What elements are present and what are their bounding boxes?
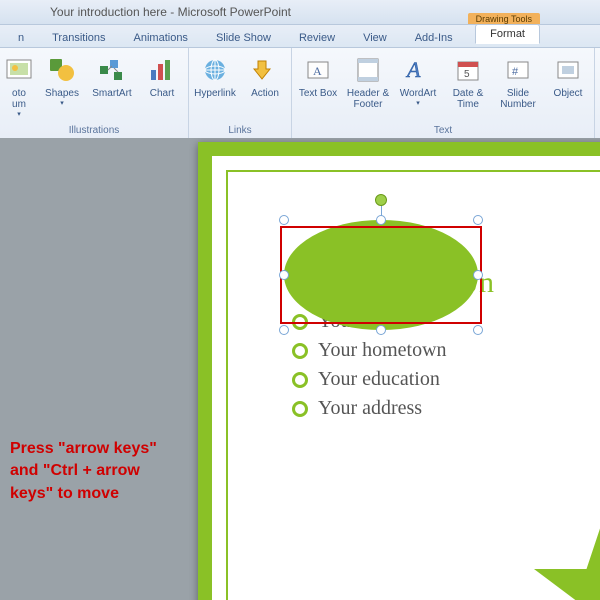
shapes-button[interactable]: Shapes ▾ (40, 54, 84, 108)
svg-text:A: A (405, 57, 421, 82)
wordart-button[interactable]: A WordArt ▾ (396, 54, 440, 108)
resize-handle[interactable] (279, 270, 289, 280)
slide-workspace[interactable]: on Your name Your hometown Your educatio… (0, 138, 600, 600)
chart-button[interactable]: Chart (140, 54, 184, 99)
resize-handle[interactable] (473, 270, 483, 280)
slide-number-button[interactable]: # Slide Number (496, 54, 540, 110)
photo-album-button[interactable]: oto um ▾ (4, 54, 34, 119)
rotation-handle[interactable] (375, 194, 387, 206)
tab-animations[interactable]: Animations (120, 29, 202, 47)
resize-handle[interactable] (279, 325, 289, 335)
tab-view[interactable]: View (349, 29, 401, 47)
tab-partial[interactable]: n (4, 29, 38, 47)
resize-handle[interactable] (473, 325, 483, 335)
wordart-icon: A (402, 54, 434, 86)
resize-handle[interactable] (279, 215, 289, 225)
group-label: Links (228, 125, 251, 138)
selected-ellipse-shape[interactable] (284, 220, 478, 330)
ribbon-tabs: n Transitions Animations Slide Show Revi… (0, 25, 600, 48)
object-icon (552, 54, 584, 86)
contextual-tab[interactable]: Drawing Tools (468, 0, 540, 24)
group-label: Text (434, 125, 452, 138)
smartart-icon (96, 54, 128, 86)
annotation-rectangle (280, 226, 482, 324)
hyperlink-icon (199, 54, 231, 86)
dropdown-icon: ▾ (60, 100, 64, 108)
dropdown-icon: ▾ (416, 100, 420, 108)
list-item: Your education (292, 368, 447, 391)
resize-handle[interactable] (376, 215, 386, 225)
photo-album-icon (3, 54, 35, 86)
tab-addins[interactable]: Add-Ins (401, 29, 467, 47)
group-symbols: π Equation ▾ Ω Sy Symbols (595, 48, 600, 138)
hyperlink-button[interactable]: Hyperlink (193, 54, 237, 99)
group-text: A Text Box Header & Footer A WordArt ▾ 5 (292, 48, 595, 138)
shapes-icon (46, 54, 78, 86)
textbox-icon: A (302, 54, 334, 86)
smartart-button[interactable]: SmartArt (90, 54, 134, 99)
list-item: Your hometown (292, 339, 447, 362)
tab-format[interactable]: Format (475, 24, 540, 44)
ribbon: oto um ▾ Shapes ▾ SmartArt Char (0, 48, 600, 139)
date-time-icon: 5 (452, 54, 484, 86)
svg-text:#: # (512, 66, 519, 78)
bullet-icon (292, 343, 308, 359)
chart-icon (146, 54, 178, 86)
group-illustrations: oto um ▾ Shapes ▾ SmartArt Char (0, 48, 189, 138)
bullet-icon (292, 372, 308, 388)
resize-handle[interactable] (473, 215, 483, 225)
date-time-button[interactable]: 5 Date & Time (446, 54, 490, 110)
slide[interactable]: on Your name Your hometown Your educatio… (198, 142, 600, 600)
tab-review[interactable]: Review (285, 29, 349, 47)
dropdown-icon: ▾ (17, 111, 21, 119)
group-label: Illustrations (69, 125, 120, 138)
context-group-label: Drawing Tools (468, 13, 540, 24)
textbox-button[interactable]: A Text Box (296, 54, 340, 99)
slide-number-icon: # (502, 54, 534, 86)
window-title: Your introduction here - Microsoft Power… (50, 5, 291, 19)
bullet-icon (292, 401, 308, 417)
tab-transitions[interactable]: Transitions (38, 29, 119, 47)
resize-handle[interactable] (376, 325, 386, 335)
action-icon (249, 54, 281, 86)
header-footer-icon (352, 54, 384, 86)
object-button[interactable]: Object (546, 54, 590, 99)
svg-text:A: A (313, 64, 322, 78)
star-shape[interactable] (528, 512, 600, 600)
group-links: Hyperlink Action Links (189, 48, 292, 138)
annotation-tip: Press "arrow keys" and "Ctrl + arrow key… (10, 438, 185, 505)
tab-slideshow[interactable]: Slide Show (202, 29, 285, 47)
svg-text:5: 5 (464, 69, 470, 80)
list-item: Your address (292, 397, 447, 420)
action-button[interactable]: Action (243, 54, 287, 99)
header-footer-button[interactable]: Header & Footer (346, 54, 390, 110)
